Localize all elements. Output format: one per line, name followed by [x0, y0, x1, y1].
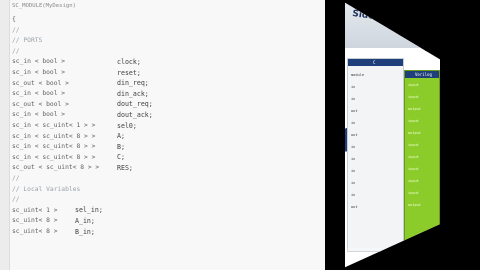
port-name: clock; [117, 57, 141, 66]
left-table-header-label: C [373, 60, 376, 65]
port-name: din_ack; [117, 89, 149, 98]
code-line: sc_out < bool > [12, 100, 69, 108]
code-line: sc_in < sc_uint< 8 > > [12, 132, 96, 140]
code-line: sc_in < bool > [12, 111, 66, 119]
slide-page: Side-by-side - Input C module in in out in ou… [345, 2, 440, 268]
port-name: RES; [117, 163, 133, 172]
variable-name: B_in; [75, 227, 95, 236]
port-name: reset; [117, 68, 141, 77]
right-table-header: Verilog [405, 71, 439, 78]
port-name: sel0; [117, 121, 137, 130]
left-table-cell: out [351, 205, 358, 209]
left-table-cell: out [351, 133, 358, 137]
code-line: { [12, 16, 16, 23]
left-table-cell: in [351, 145, 356, 149]
left-table-cell: in [351, 97, 356, 101]
code-line: sc_in < sc_uint< 1 > > [12, 122, 96, 129]
right-table-cell: input [408, 95, 419, 99]
right-table-cell: output [408, 131, 421, 135]
code-line: sc_in < sc_uint< 8 > > [12, 153, 96, 161]
code-comment-line: // Local Variables [12, 185, 81, 193]
port-name: C; [117, 153, 125, 162]
code-editor-panel[interactable]: SC_MODULE(MyDesign) { // // PORTS // sc_in <… [0, 0, 325, 270]
right-table-cell: input [408, 179, 419, 183]
left-table-cell: in [351, 121, 356, 125]
left-table-cell: in [351, 157, 356, 161]
slide-preview: Side-by-side - Input C module in in out in ou… [345, 0, 440, 270]
code-comment-line: // [12, 175, 20, 182]
code-comment-line: // [12, 47, 20, 55]
code-line: sc_out < bool > [12, 79, 69, 87]
right-table-cell: output [408, 107, 421, 111]
left-table-cell: in [351, 85, 356, 89]
right-table-cell: input [408, 119, 419, 123]
right-table-cell: input [408, 83, 419, 87]
port-name: B; [117, 142, 125, 151]
left-table-cell: in [351, 181, 356, 185]
port-name: dout_ack; [117, 110, 153, 119]
code-line: sc_uint< 8 > [12, 217, 58, 225]
code-comment-line: // [12, 196, 20, 204]
port-name: A; [117, 132, 125, 141]
right-table-cell: input [408, 155, 419, 159]
right-table-cell: output [408, 203, 421, 207]
variable-name: sel_in; [75, 206, 103, 215]
slide-bottom-shade [345, 248, 440, 268]
code-line: sc_in < sc_uint< 8 > > [12, 143, 96, 151]
port-name: dout_req; [117, 100, 153, 109]
line-gutter [0, 0, 10, 270]
left-table-cell: in [351, 193, 356, 197]
code-comment-line: // PORTS [12, 37, 43, 45]
variable-name: A_in; [75, 216, 95, 225]
right-table-cell: input [408, 143, 419, 147]
left-table-cell: in [351, 169, 356, 173]
code-comment-line: // [12, 26, 20, 34]
slide-left-table: C module in in out in out in in in in in out [347, 58, 404, 252]
right-table-header-label: Verilog [415, 72, 432, 77]
left-table-cell: out [351, 109, 358, 113]
logo-icon [425, 42, 434, 51]
right-table-cell: input [408, 167, 419, 171]
code-line-module: SC_MODULE(MyDesign) [12, 3, 76, 9]
port-name: din_req; [117, 79, 149, 88]
right-table-cell: input [408, 191, 419, 195]
code-line: sc_in < bool > [12, 69, 66, 76]
code-line: sc_uint< 8 > [12, 228, 58, 235]
left-table-header: C [348, 59, 403, 66]
code-line: sc_out < sc_uint< 8 > > [12, 164, 100, 172]
code-line: sc_uint< 1 > [12, 206, 58, 214]
left-table-cell: module [351, 73, 364, 77]
code-line: sc_in < bool > [12, 58, 66, 66]
slide-right-table: Verilog input input output input output input… [404, 70, 440, 242]
code-line: sc_in < bool > [12, 90, 66, 98]
